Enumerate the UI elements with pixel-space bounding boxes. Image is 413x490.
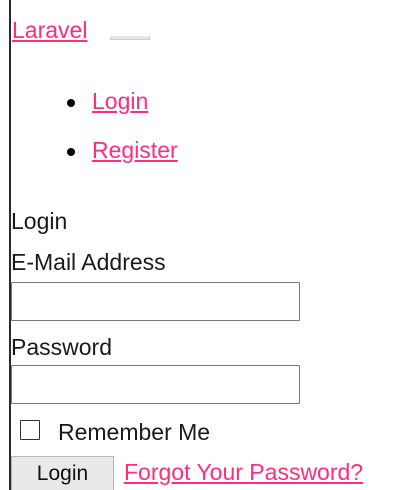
password-label: Password	[11, 334, 112, 360]
forgot-password-link[interactable]: Forgot Your Password?	[124, 458, 363, 486]
login-submit-button[interactable]: Login	[11, 456, 114, 490]
password-field[interactable]	[11, 365, 300, 404]
nav-item-login: Login	[62, 86, 178, 135]
bullet-icon	[67, 148, 75, 156]
nav-item-register: Register	[62, 135, 178, 184]
bullet-icon	[67, 99, 75, 107]
nav-register-link[interactable]: Register	[92, 137, 178, 163]
remember-me-label[interactable]: Remember Me	[58, 418, 210, 446]
email-label: E-Mail Address	[11, 249, 166, 275]
email-field[interactable]	[11, 282, 300, 321]
brand-link[interactable]: Laravel	[12, 16, 87, 44]
navbar-toggler-button[interactable]	[110, 36, 150, 40]
page-left-border	[9, 0, 11, 490]
nav-menu: Login Register	[62, 86, 178, 184]
remember-me-checkbox[interactable]	[20, 420, 40, 440]
nav-login-link[interactable]: Login	[92, 88, 148, 114]
card-header-title: Login	[11, 208, 68, 234]
